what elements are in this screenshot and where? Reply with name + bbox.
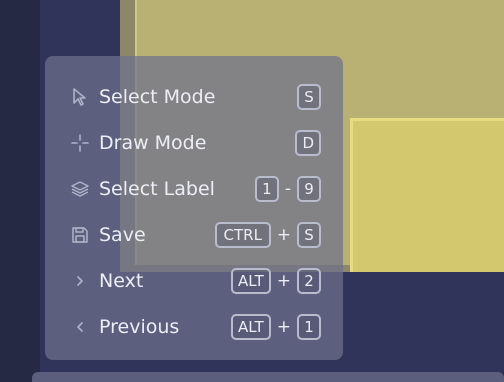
shortcut-draw-mode: Draw Mode D — [67, 120, 343, 166]
shortcut-label: Previous — [99, 316, 180, 338]
key-cap: 1 — [254, 176, 279, 202]
shortcut-previous: Previous ALT + 1 — [67, 304, 343, 350]
layers-icon — [67, 176, 93, 202]
key-separator: + — [276, 317, 291, 337]
bottom-toolbar — [32, 372, 504, 382]
shortcut-keys: D — [295, 130, 321, 156]
cursor-arrow-icon — [67, 84, 93, 110]
shortcut-keys: S — [297, 84, 321, 110]
shortcut-select-label: Select Label 1 - 9 — [67, 166, 343, 212]
key-cap: ALT — [231, 314, 271, 340]
shortcut-keys: ALT + 1 — [231, 314, 321, 340]
key-cap: 1 — [297, 314, 321, 340]
shortcut-select-mode: Select Mode S — [67, 74, 343, 120]
key-separator: + — [276, 225, 291, 245]
key-separator: + — [276, 271, 291, 291]
shortcut-save: Save CTRL + S — [67, 212, 343, 258]
key-cap: ALT — [231, 268, 271, 294]
shortcut-keys: CTRL + S — [214, 222, 321, 248]
shortcut-label: Draw Mode — [99, 132, 207, 154]
key-cap: 2 — [297, 268, 321, 294]
key-cap: CTRL — [214, 222, 271, 248]
shortcut-keys: ALT + 2 — [231, 268, 321, 294]
key-cap: S — [297, 222, 321, 248]
chevron-right-icon — [67, 268, 93, 294]
key-cap: S — [297, 84, 321, 110]
shortcut-label: Select Label — [99, 178, 215, 200]
key-cap: D — [295, 130, 321, 156]
key-cap: 9 — [297, 176, 321, 202]
crosshair-icon — [67, 130, 93, 156]
keyboard-shortcuts-panel: Select Mode S Draw Mode D Select Label 1… — [45, 56, 343, 360]
left-sidebar-strip — [0, 0, 40, 382]
shortcut-keys: 1 - 9 — [254, 176, 321, 202]
shortcut-label: Save — [99, 224, 146, 246]
floppy-disk-icon — [67, 222, 93, 248]
shortcut-label: Select Mode — [99, 86, 216, 108]
chevron-left-icon — [67, 314, 93, 340]
shortcut-next: Next ALT + 2 — [67, 258, 343, 304]
shortcut-label: Next — [99, 270, 144, 292]
key-separator: - — [284, 179, 291, 199]
annotation-box-2[interactable] — [350, 118, 504, 272]
